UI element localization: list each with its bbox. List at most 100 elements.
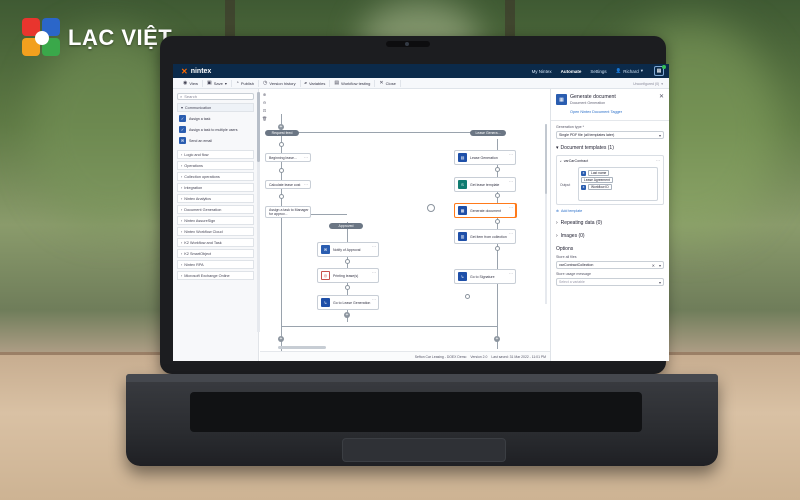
- node-beginning-lease[interactable]: Beginning lease... ⋯: [265, 153, 311, 162]
- more-icon[interactable]: ⋯: [304, 155, 308, 160]
- node-calculate-lease-cost[interactable]: Calculate lease cost ⋯: [265, 180, 311, 189]
- add-step-icon[interactable]: +: [494, 336, 500, 342]
- canvas-horizontal-scrollbar[interactable]: [278, 346, 326, 349]
- node-generate-document[interactable]: ▦ Generate document ⋯: [454, 203, 516, 218]
- node-get-item-from-collection[interactable]: ▥ Get item from collection ⋯: [454, 229, 516, 244]
- more-icon[interactable]: ⋯: [509, 205, 513, 210]
- category-k2-smartobject[interactable]: › K2 SmartObject: [177, 249, 254, 258]
- node-get-lease-template[interactable]: S Get lease template ⋯: [454, 177, 516, 192]
- category-logic-and-flow[interactable]: › Logic and flow: [177, 150, 254, 159]
- more-icon[interactable]: ⋯: [372, 244, 376, 249]
- add-step-icon[interactable]: +: [278, 124, 284, 130]
- version-history-button[interactable]: ◷ Version history: [259, 79, 301, 87]
- action-assign-task[interactable]: ✓ Assign a task: [179, 114, 254, 123]
- category-document-generation[interactable]: › Document Generation: [177, 205, 254, 214]
- output-token[interactable]: x Last name: [581, 170, 655, 176]
- branch-label-lease[interactable]: Lease Genera...: [470, 130, 506, 136]
- category-microsoft-exchange-online[interactable]: › Microsoft Exchange Online: [177, 271, 254, 280]
- node-assign-task-manager[interactable]: Assign a task to Manager for approv... ⋯: [265, 206, 311, 218]
- panel-header: ▦ Generate document Document Generation: [556, 94, 664, 105]
- more-icon[interactable]: ⋯: [509, 152, 513, 157]
- nav-automate[interactable]: Automate: [561, 69, 582, 74]
- variables-button[interactable]: 𝓍 Variables: [301, 79, 331, 87]
- action-send-email[interactable]: ✉ Send an email: [179, 136, 254, 145]
- publish-label: Publish: [240, 80, 255, 86]
- save-button[interactable]: ▣ Save ▾: [203, 79, 232, 87]
- images-section[interactable]: › Images (0): [556, 233, 664, 239]
- scrollbar-thumb[interactable]: [545, 124, 547, 194]
- workflow-canvas[interactable]: [260, 89, 550, 351]
- more-icon[interactable]: ⋯: [509, 271, 513, 276]
- zoom-in-icon[interactable]: ⊕: [263, 92, 266, 97]
- node-go-to-lease-generation[interactable]: ↳ Go to Lease Generation ⋯: [317, 295, 379, 310]
- store-files-select[interactable]: varContractCollection ✕ ▾: [556, 261, 664, 269]
- add-step-icon[interactable]: +: [344, 312, 350, 318]
- trackpad: [342, 438, 506, 462]
- repeating-data-section[interactable]: › Repeating data (0): [556, 220, 664, 226]
- fit-icon[interactable]: ⊡: [263, 108, 266, 113]
- category-nintex-rpa[interactable]: › Nintex RPA: [177, 260, 254, 269]
- chevron-down-icon: ▾: [556, 145, 559, 151]
- output-token[interactable]: x Workflow ID: [581, 184, 655, 190]
- view-button[interactable]: ◉ View: [179, 79, 203, 87]
- node-notify-approval[interactable]: ✉ Notify of Approval ⋯: [317, 242, 379, 257]
- more-icon[interactable]: ⋯: [372, 270, 376, 275]
- close-button[interactable]: ✕ Close: [375, 79, 401, 87]
- unconfigured-indicator[interactable]: Unconfigured (0) ▾: [633, 78, 663, 89]
- node-label: Calculate lease cost: [269, 182, 301, 187]
- status-version: Version 2.0: [470, 354, 488, 359]
- output-tokens[interactable]: x Last name Lease Agreement x Workflow ID: [578, 167, 658, 201]
- node-go-to-signature[interactable]: ↳ Go to Signature ⋯: [454, 269, 516, 284]
- category-communication[interactable]: ▾ Communication: [177, 103, 254, 112]
- branch-collapse-icon[interactable]: [427, 204, 435, 212]
- category-collection-operations[interactable]: › Collection operations: [177, 172, 254, 181]
- clear-icon[interactable]: ✕: [652, 263, 655, 268]
- document-templates-section[interactable]: ▾ Document templates (1): [556, 145, 664, 151]
- variable-icon: x: [581, 184, 586, 190]
- zoom-out-icon[interactable]: ⊖: [263, 100, 266, 105]
- nintex-brand[interactable]: ✕ nintex: [181, 67, 211, 76]
- save-label: Save: [213, 80, 223, 86]
- category-nintex-assuresign[interactable]: › Nintex AssureSign: [177, 216, 254, 225]
- email-icon: ✉: [179, 137, 186, 144]
- category-label: K2 SmartObject: [184, 251, 212, 256]
- node-printing-leases[interactable]: ◎ Printing lease(s) ⋯: [317, 268, 379, 283]
- nav-settings[interactable]: Settings: [590, 69, 606, 74]
- search-input[interactable]: ⌕ Search: [177, 93, 254, 100]
- branch-label-request[interactable]: Request feed: [265, 130, 299, 136]
- camera-lens: [405, 42, 409, 46]
- branch-label-approved[interactable]: Approved: [329, 223, 363, 229]
- category-nintex-analytics[interactable]: › Nintex Analytics: [177, 194, 254, 203]
- publish-button[interactable]: ◔ Publish: [232, 79, 260, 87]
- action-assign-task-multiple[interactable]: ✓ Assign a task to multiple users: [179, 125, 254, 134]
- more-icon[interactable]: ⋯: [509, 231, 513, 236]
- category-operations[interactable]: › Operations: [177, 161, 254, 170]
- add-step-icon[interactable]: +: [278, 336, 284, 342]
- open-document-tagger-link[interactable]: Open Nintex Document Tagger: [570, 110, 664, 114]
- more-icon[interactable]: ⋯: [509, 179, 513, 184]
- task-multiple-icon: ✓: [179, 126, 186, 133]
- canvas-vertical-scrollbar[interactable]: [545, 124, 547, 304]
- generation-type-select[interactable]: Single PDF file (all templates later) ▾: [556, 131, 664, 139]
- more-icon[interactable]: ⋯: [304, 182, 308, 187]
- user-menu[interactable]: 👤 Richard ▾: [616, 68, 643, 74]
- store-message-select[interactable]: Select a variable ▾: [556, 278, 664, 286]
- node-lease-generation[interactable]: ▤ Lease Generation ⋯: [454, 150, 516, 165]
- more-icon[interactable]: ⋯: [372, 297, 376, 302]
- category-label: Nintex RPA: [184, 262, 204, 267]
- more-icon[interactable]: ⋯: [304, 208, 308, 213]
- close-icon[interactable]: ✕: [659, 93, 664, 100]
- version-history-label: Version history: [269, 80, 296, 86]
- add-template-button[interactable]: ⊕ Add template: [556, 209, 664, 213]
- more-icon[interactable]: ⋯: [656, 158, 660, 163]
- output-token[interactable]: Lease Agreement: [581, 177, 655, 183]
- category-nintex-workflow-cloud[interactable]: › Nintex Workflow Cloud: [177, 227, 254, 236]
- category-k2-workflow-task[interactable]: › K2 Workflow and Task: [177, 238, 254, 247]
- category-label: Microsoft Exchange Online: [184, 273, 230, 278]
- workflow-testing-button[interactable]: ▤ Workflow testing: [330, 79, 376, 87]
- notification-dot: [662, 65, 666, 69]
- trash-icon[interactable]: 🗑: [262, 116, 267, 121]
- nav-my-nintex[interactable]: My Nintex: [532, 69, 552, 74]
- category-integration[interactable]: › Integration: [177, 183, 254, 192]
- chevron-right-icon: ›: [181, 174, 183, 179]
